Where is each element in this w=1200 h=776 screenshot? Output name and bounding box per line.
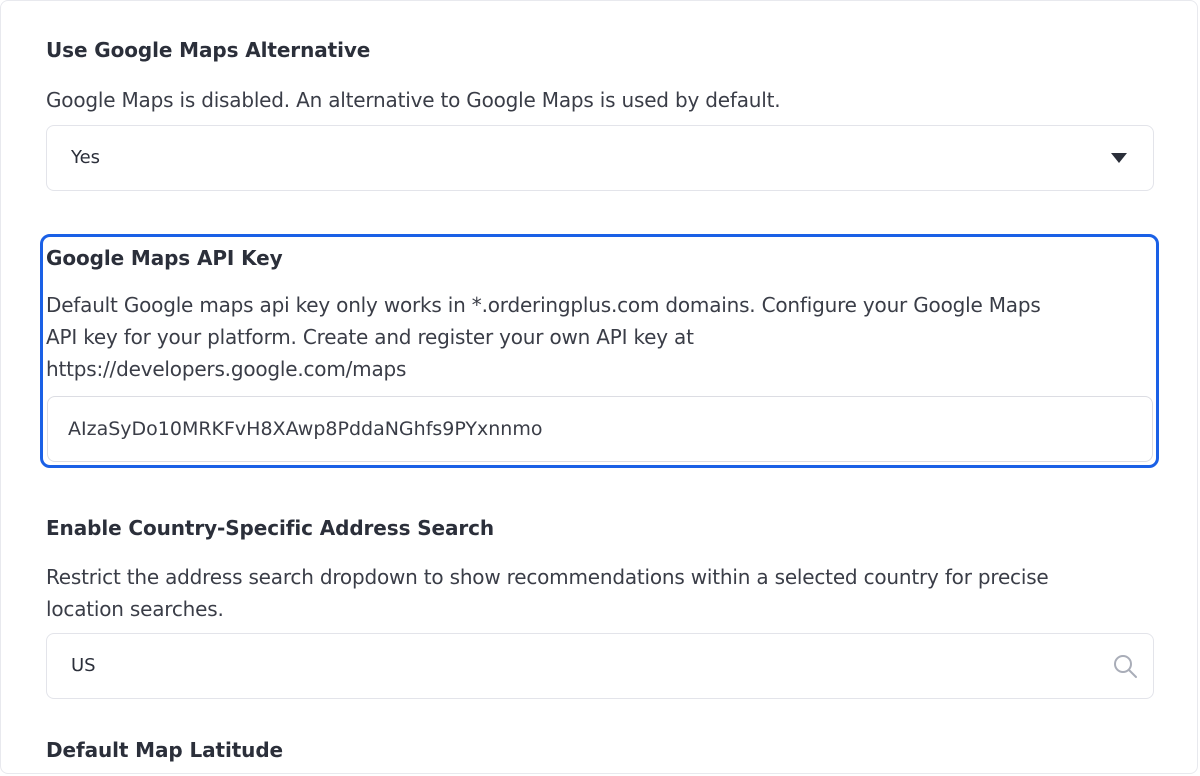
country-search-value: US xyxy=(71,655,96,676)
country-search-section: Enable Country-Specific Address Search xyxy=(46,516,1154,540)
api-key-description-line2: API key for your platform. Create and re… xyxy=(46,325,694,349)
alternative-title: Use Google Maps Alternative xyxy=(46,38,371,62)
api-key-input-value: AIzaSyDo10MRKFvH8XAwp8PddaNGhfs9PYxnnmo xyxy=(68,418,543,440)
alternative-description-wrap: Google Maps is disabled. An alternative … xyxy=(46,84,1154,116)
api-key-description-link[interactable]: https://developers.google.com/maps xyxy=(46,353,1154,385)
country-search-description-wrap: Restrict the address search dropdown to … xyxy=(46,561,1154,625)
alternative-section: Use Google Maps Alternative xyxy=(46,38,1154,62)
country-search-description-line2: location searches. xyxy=(46,597,224,621)
alternative-select-value: Yes xyxy=(71,147,101,168)
alternative-select[interactable]: Yes xyxy=(46,125,1154,191)
api-key-title: Google Maps API Key xyxy=(46,246,283,270)
latitude-section: Default Map Latitude xyxy=(46,738,1154,762)
api-key-description-line1: Default Google maps api key only works i… xyxy=(46,293,1041,317)
api-key-description-wrap: Default Google maps api key only works i… xyxy=(46,289,1154,385)
latitude-title: Default Map Latitude xyxy=(46,738,283,762)
country-search-description-line1: Restrict the address search dropdown to … xyxy=(46,565,1049,589)
search-icon[interactable] xyxy=(1111,652,1139,680)
country-search-input[interactable]: US xyxy=(46,633,1154,699)
api-key-section: Google Maps API Key xyxy=(46,246,1154,270)
api-key-input[interactable]: AIzaSyDo10MRKFvH8XAwp8PddaNGhfs9PYxnnmo xyxy=(47,396,1153,462)
country-search-title: Enable Country-Specific Address Search xyxy=(46,516,495,540)
alternative-description: Google Maps is disabled. An alternative … xyxy=(46,88,781,112)
chevron-down-icon xyxy=(1111,153,1127,163)
